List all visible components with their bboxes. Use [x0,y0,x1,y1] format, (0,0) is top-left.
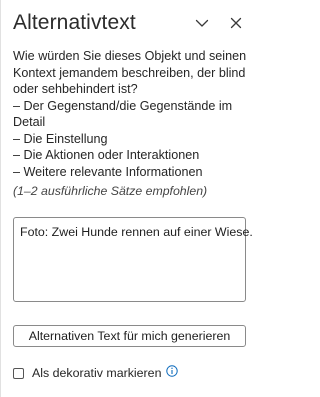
mark-decorative-checkbox[interactable] [13,367,24,379]
chevron-down-icon [195,19,209,27]
instructions-text: Wie würden Sie dieses Objekt und seinen … [13,48,249,180]
instructions-line: – Die Einstellung [13,131,108,146]
instructions-line: Wie würden Sie dieses Objekt und seinen [13,49,247,63]
alt-text-value[interactable]: Foto: Zwei Hunde rennen auf einer Wiese. [20,225,253,239]
instructions-line: – Der Gegenstand/die Gegenstände im [13,98,233,113]
instructions-line: Detail [13,115,46,129]
instructions-line: oder sehbehindert ist? [13,82,138,96]
instructions-line: Kontext jemandem beschreiben, der blind [13,65,246,80]
pane-options-button[interactable] [193,14,211,32]
close-icon [230,17,242,29]
instructions-line: – Die Aktionen oder Interaktionen [13,148,200,162]
mark-decorative-row: Als dekorativ markieren [13,365,179,381]
close-pane-button[interactable] [227,14,245,32]
recommendation-hint: (1–2 ausführliche Sätze empfohlen) [13,184,208,198]
info-icon-glyph [166,365,179,377]
mark-decorative-label[interactable]: Als dekorativ markieren [32,366,161,380]
alt-text-pane: Alternativtext Wie würden Sie dieses Obj… [0,0,258,397]
alt-text-input[interactable]: Foto: Zwei Hunde rennen auf einer Wiese. [13,217,253,302]
pane-title: Alternativtext [13,11,136,34]
info-icon[interactable] [166,365,179,377]
generate-alt-text-button[interactable]: Alternativen Text für mich generieren [13,325,246,347]
instructions-line: – Weitere relevante Informationen [13,164,203,179]
